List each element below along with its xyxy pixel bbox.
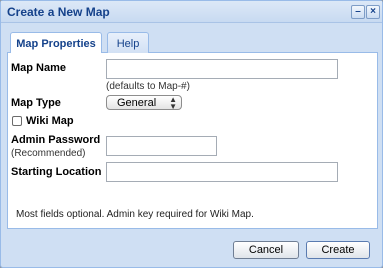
wiki-map-checkbox[interactable]	[12, 116, 22, 126]
create-map-dialog: Create a New Map – × Map Properties Help…	[0, 0, 383, 268]
map-name-hint: (defaults to Map-#)	[106, 81, 190, 92]
starting-location-input[interactable]	[106, 162, 338, 182]
dialog-title: Create a New Map	[7, 5, 110, 19]
cancel-button[interactable]: Cancel	[233, 241, 299, 259]
wiki-map-label[interactable]: Wiki Map	[26, 115, 74, 127]
admin-password-label: Admin Password	[11, 134, 101, 146]
map-name-label: Map Name	[11, 62, 67, 74]
close-icon[interactable]: ×	[366, 5, 380, 19]
dialog-titlebar[interactable]: Create a New Map – ×	[1, 1, 382, 23]
map-properties-panel: Map Name (defaults to Map-#) Map Type Ge…	[7, 53, 378, 229]
tab-strip: Map Properties Help	[7, 29, 378, 55]
admin-password-input[interactable]	[106, 136, 217, 156]
form-note: Most fields optional. Admin key required…	[16, 209, 254, 220]
minimize-icon[interactable]: –	[351, 5, 365, 19]
admin-password-sublabel: (Recommended)	[11, 148, 86, 159]
map-name-input[interactable]	[106, 59, 338, 79]
map-type-value: General	[117, 97, 157, 109]
map-type-label: Map Type	[11, 97, 61, 109]
map-type-select[interactable]: General ▲ ▼	[106, 95, 182, 111]
tab-map-properties[interactable]: Map Properties	[10, 32, 102, 55]
tab-help[interactable]: Help	[107, 32, 149, 54]
create-button[interactable]: Create	[306, 241, 370, 259]
starting-location-label: Starting Location	[11, 166, 102, 178]
select-arrows-icon: ▲ ▼	[169, 95, 177, 111]
